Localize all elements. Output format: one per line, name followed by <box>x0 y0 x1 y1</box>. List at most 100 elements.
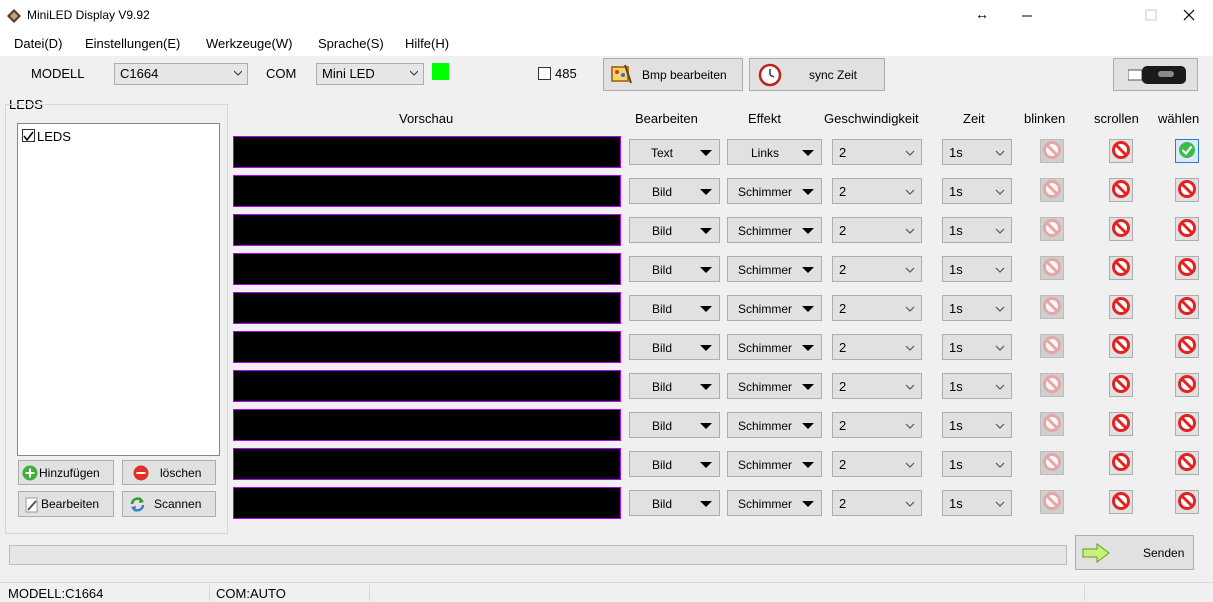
edit-mode-dropdown[interactable]: Bild <box>629 412 720 438</box>
menu-sprache[interactable]: Sprache(S) <box>318 36 384 51</box>
tree-item-leds[interactable]: LEDS <box>37 129 71 144</box>
tree-checkbox[interactable] <box>22 129 35 142</box>
sync-time-button[interactable]: sync Zeit <box>749 58 885 91</box>
scroll-button[interactable] <box>1109 334 1133 358</box>
select-button[interactable] <box>1175 217 1199 241</box>
bmp-edit-button[interactable]: Bmp bearbeiten <box>603 58 743 91</box>
time-select[interactable]: 1s <box>942 412 1012 438</box>
speed-select[interactable]: 2 <box>832 451 922 477</box>
blink-button[interactable] <box>1040 295 1064 319</box>
blink-button[interactable] <box>1040 178 1064 202</box>
select-button[interactable] <box>1175 412 1199 436</box>
led-preview[interactable] <box>233 487 621 519</box>
speed-select[interactable]: 2 <box>832 412 922 438</box>
effect-dropdown[interactable]: Schimmer <box>727 490 822 516</box>
effect-dropdown[interactable]: Schimmer <box>727 373 822 399</box>
led-preview[interactable] <box>233 292 621 324</box>
select-button[interactable] <box>1175 256 1199 280</box>
speed-select[interactable]: 2 <box>832 139 922 165</box>
blink-button[interactable] <box>1040 412 1064 436</box>
scroll-button[interactable] <box>1109 256 1133 280</box>
led-preview[interactable] <box>233 331 621 363</box>
speed-select[interactable]: 2 <box>832 334 922 360</box>
blink-button[interactable] <box>1040 451 1064 475</box>
edit-mode-dropdown[interactable]: Bild <box>629 490 720 516</box>
speed-select[interactable]: 2 <box>832 256 922 282</box>
delete-led-button[interactable]: löschen <box>122 460 216 485</box>
leds-tree[interactable]: LEDS <box>17 123 220 456</box>
scroll-button[interactable] <box>1109 139 1133 163</box>
time-select[interactable]: 1s <box>942 295 1012 321</box>
edit-mode-dropdown[interactable]: Bild <box>629 295 720 321</box>
scroll-button[interactable] <box>1109 217 1133 241</box>
scan-button[interactable]: Scannen <box>122 491 216 517</box>
effect-dropdown[interactable]: Links <box>727 139 822 165</box>
menu-hilfe[interactable]: Hilfe(H) <box>405 36 449 51</box>
edit-led-button[interactable]: Bearbeiten <box>18 491 114 517</box>
time-select[interactable]: 1s <box>942 217 1012 243</box>
rs485-checkbox[interactable] <box>538 67 551 80</box>
blink-button[interactable] <box>1040 373 1064 397</box>
scroll-button[interactable] <box>1109 412 1133 436</box>
edit-mode-dropdown[interactable]: Text <box>629 139 720 165</box>
scroll-button[interactable] <box>1109 451 1133 475</box>
edit-mode-dropdown[interactable]: Bild <box>629 256 720 282</box>
time-select[interactable]: 1s <box>942 490 1012 516</box>
led-preview[interactable] <box>233 175 621 207</box>
time-select[interactable]: 1s <box>942 451 1012 477</box>
led-preview[interactable] <box>233 253 621 285</box>
add-led-button[interactable]: Hinzufügen <box>18 460 114 485</box>
effect-dropdown[interactable]: Schimmer <box>727 256 822 282</box>
usb-device-button[interactable] <box>1113 58 1198 91</box>
effect-dropdown[interactable]: Schimmer <box>727 295 822 321</box>
effect-dropdown[interactable]: Schimmer <box>727 451 822 477</box>
speed-select[interactable]: 2 <box>832 373 922 399</box>
scroll-button[interactable] <box>1109 178 1133 202</box>
select-button[interactable] <box>1175 373 1199 397</box>
menu-datei[interactable]: Datei(D) <box>14 36 62 51</box>
effect-dropdown[interactable]: Schimmer <box>727 178 822 204</box>
menu-einstellungen[interactable]: Einstellungen(E) <box>85 36 180 51</box>
maximize-button[interactable] <box>1140 2 1162 28</box>
select-button[interactable] <box>1175 451 1199 475</box>
time-select[interactable]: 1s <box>942 373 1012 399</box>
edit-mode-dropdown[interactable]: Bild <box>629 373 720 399</box>
led-preview[interactable] <box>233 448 621 480</box>
effect-dropdown[interactable]: Schimmer <box>727 334 822 360</box>
menu-werkzeuge[interactable]: Werkzeuge(W) <box>206 36 292 51</box>
led-preview[interactable] <box>233 136 621 168</box>
blink-button[interactable] <box>1040 334 1064 358</box>
led-preview[interactable] <box>233 214 621 246</box>
led-preview[interactable] <box>233 409 621 441</box>
speed-select[interactable]: 2 <box>832 490 922 516</box>
scroll-button[interactable] <box>1109 490 1133 514</box>
effect-dropdown[interactable]: Schimmer <box>727 217 822 243</box>
resize-arrows-icon[interactable]: ↔ <box>975 6 989 22</box>
time-select[interactable]: 1s <box>942 334 1012 360</box>
modell-select[interactable]: C1664 <box>114 63 248 85</box>
led-preview[interactable] <box>233 370 621 402</box>
blink-button[interactable] <box>1040 217 1064 241</box>
time-select[interactable]: 1s <box>942 139 1012 165</box>
time-select[interactable]: 1s <box>942 178 1012 204</box>
time-select[interactable]: 1s <box>942 256 1012 282</box>
scroll-button[interactable] <box>1109 295 1133 319</box>
send-button[interactable]: Senden <box>1075 535 1194 570</box>
speed-select[interactable]: 2 <box>832 217 922 243</box>
select-button[interactable] <box>1175 178 1199 202</box>
edit-mode-dropdown[interactable]: Bild <box>629 334 720 360</box>
effect-dropdown[interactable]: Schimmer <box>727 412 822 438</box>
select-button[interactable] <box>1175 139 1199 163</box>
select-button[interactable] <box>1175 334 1199 358</box>
speed-select[interactable]: 2 <box>832 295 922 321</box>
speed-select[interactable]: 2 <box>832 178 922 204</box>
edit-mode-dropdown[interactable]: Bild <box>629 178 720 204</box>
select-button[interactable] <box>1175 295 1199 319</box>
blink-button[interactable] <box>1040 490 1064 514</box>
edit-mode-dropdown[interactable]: Bild <box>629 451 720 477</box>
select-button[interactable] <box>1175 490 1199 514</box>
com-select[interactable]: Mini LED <box>316 63 424 85</box>
blink-button[interactable] <box>1040 256 1064 280</box>
edit-mode-dropdown[interactable]: Bild <box>629 217 720 243</box>
blink-button[interactable] <box>1040 139 1064 163</box>
